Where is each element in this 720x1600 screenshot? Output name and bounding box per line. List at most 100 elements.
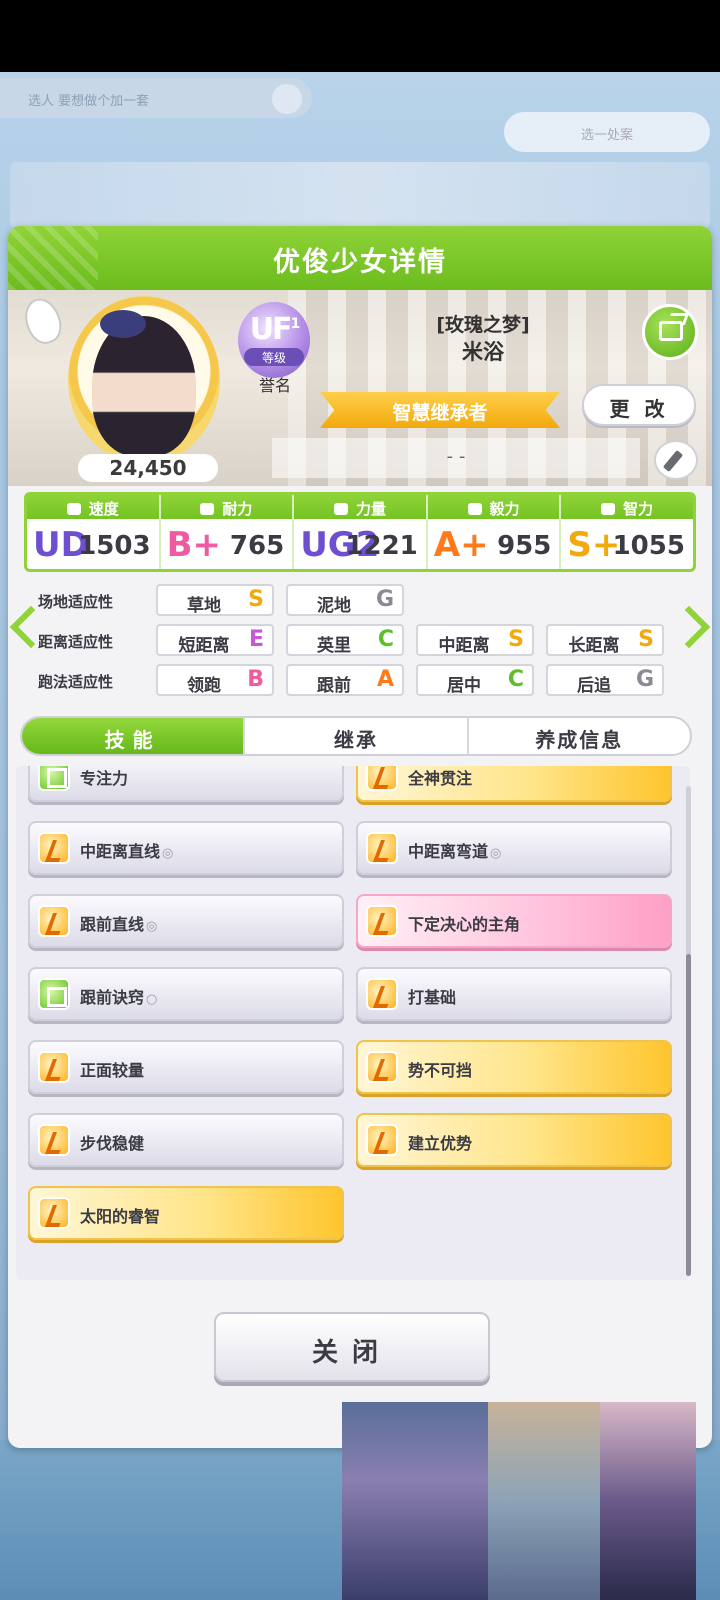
skill-item[interactable]: 专注力 [28,766,344,802]
next-arrow-button[interactable] [667,602,711,662]
aptitude-grade: S [508,627,524,652]
background-top-bar: 选人 要想做个加一套 [0,78,312,118]
aptitude-name: 草地 [187,596,221,616]
stat-value: 955 [497,531,552,561]
skill-item[interactable]: 中距离弯道 ◎ [356,821,672,875]
tab-1[interactable]: 继承 [245,718,469,754]
skill-item[interactable]: 中距离直线 ◎ [28,821,344,875]
share-button[interactable] [642,304,698,360]
profile-panel: 24,450 UF1 等级 誉名 [玫瑰之梦] 米浴 智慧继承者 更 改 - - [8,290,712,486]
carrot-icon[interactable] [19,293,67,349]
skill-item[interactable]: 势不可挡 [356,1040,672,1094]
skill-icon [38,1124,70,1156]
skill-name: 建立优势 [408,1134,473,1153]
skill-name: 跟前诀窍 ○ [80,988,158,1007]
background-character-strip [10,162,710,228]
aptitude-name: 短距离 [178,636,230,656]
aptitude-name: 泥地 [317,596,351,616]
skill-icon [366,766,398,791]
stat-value: 765 [229,531,285,561]
aptitude-grade: C [507,667,524,692]
aptitude-grade: S [248,587,264,612]
stat-label: 力量 [294,495,426,519]
skill-item[interactable]: 建立优势 [356,1113,672,1167]
skill-item[interactable]: 跟前诀窍 ○ [28,967,344,1021]
tab-2[interactable]: 养成信息 [469,718,690,754]
aptitude-cell: 中距离 S [416,624,534,656]
skill-name: 全神贯注 [408,769,473,788]
pencil-icon [662,450,684,472]
dialog-title: 优俊少女详情 [8,226,712,290]
previous-arrow-button[interactable] [8,602,53,662]
skill-icon [38,1197,70,1229]
character-name: 米浴 [462,340,504,364]
skill-item[interactable]: 步伐稳健 [28,1113,344,1167]
skill-scrollbar[interactable] [686,786,691,1276]
aptitude-cell: 居中 C [416,664,534,696]
skill-item[interactable]: 全神贯注 [356,766,672,802]
skill-mark: ◎ [146,919,158,934]
skill-mark: ◎ [162,846,174,861]
motto-field: - - [272,438,640,478]
stat-value: 1221 [345,531,418,561]
aptitude-row: 距离适应性 短距离 E 英里 C 中距离 S 长距离 S [38,624,678,658]
rank-badge-sub: 1 [290,316,301,332]
skill-item[interactable]: 太阳的睿智 [28,1186,344,1240]
aptitude-grade: A [376,667,394,692]
honor-label: 誉名 [258,376,291,395]
aptitude-name: 中距离 [438,636,490,656]
skill-item[interactable]: 跟前直线 ◎ [28,894,344,948]
skill-name: 中距离弯道 ◎ [408,842,502,861]
stat-body: A+ 955 [428,519,560,569]
skill-icon [38,832,70,864]
aptitude-grade: E [248,627,264,652]
tab-0[interactable]: 技能 [22,718,246,754]
stat-body: UD 1503 [27,519,159,569]
aptitude-cell: 后追 G [546,664,664,696]
aptitude-cell: 泥地 G [286,584,404,616]
aptitude-name: 英里 [317,636,351,656]
skill-icon [38,1051,70,1083]
skill-name: 中距离直线 ◎ [80,842,174,861]
stat-grade: B+ [166,525,221,565]
aptitude-label: 跑法适应性 [38,673,114,691]
aptitude-grade: C [377,627,394,652]
skill-icon [38,905,70,937]
skill-name: 跟前直线 ◎ [80,915,158,934]
aptitude-cell: 短距离 E [156,624,274,656]
skill-name: 正面较量 [80,1061,145,1080]
aptitude-name: 跟前 [317,676,351,696]
scrollbar-thumb[interactable] [686,954,691,1276]
aptitude-grade: B [247,667,264,692]
stat-label: 耐力 [160,495,293,519]
skill-icon [366,832,398,864]
stat-icon [467,503,482,515]
stat-label: 智力 [561,495,693,519]
stat-4: 智力 S+ 1055 [561,495,693,569]
change-title-button[interactable]: 更 改 [582,384,696,426]
title-ribbon: 智慧继承者 [320,392,560,428]
video-overlay[interactable] [342,1402,696,1600]
close-button[interactable]: 关闭 [214,1312,490,1382]
skill-item[interactable]: 下定决心的主角 [356,894,672,948]
stat-label: 速度 [27,495,159,519]
aptitude-row: 跑法适应性 领跑 B 跟前 A 居中 C 后追 G [38,664,678,698]
aptitude-grade: G [635,667,654,692]
skill-icon [366,978,398,1010]
aptitude-label: 场地适应性 [38,593,114,611]
skill-name: 打基础 [408,988,457,1007]
edit-motto-button[interactable] [654,440,698,480]
stat-value: 1503 [78,531,151,561]
aptitude-cell: 长距离 S [546,624,664,656]
stat-0: 速度 UD 1503 [27,495,161,569]
aptitude-grade: S [638,627,654,652]
stat-icon [66,503,81,515]
stat-body: UG2 1221 [294,519,426,569]
stat-label: 毅力 [427,495,560,519]
skill-item[interactable]: 打基础 [356,967,672,1021]
stat-body: S+ 1055 [561,519,693,569]
rank-badge-grade: UF [249,312,293,347]
share-arrow-icon [666,313,690,325]
character-detail-dialog: 优俊少女详情 24,450 UF1 等级 誉名 [玫瑰之梦] 米浴 智慧继承者 … [8,226,712,1448]
skill-item[interactable]: 正面较量 [28,1040,344,1094]
